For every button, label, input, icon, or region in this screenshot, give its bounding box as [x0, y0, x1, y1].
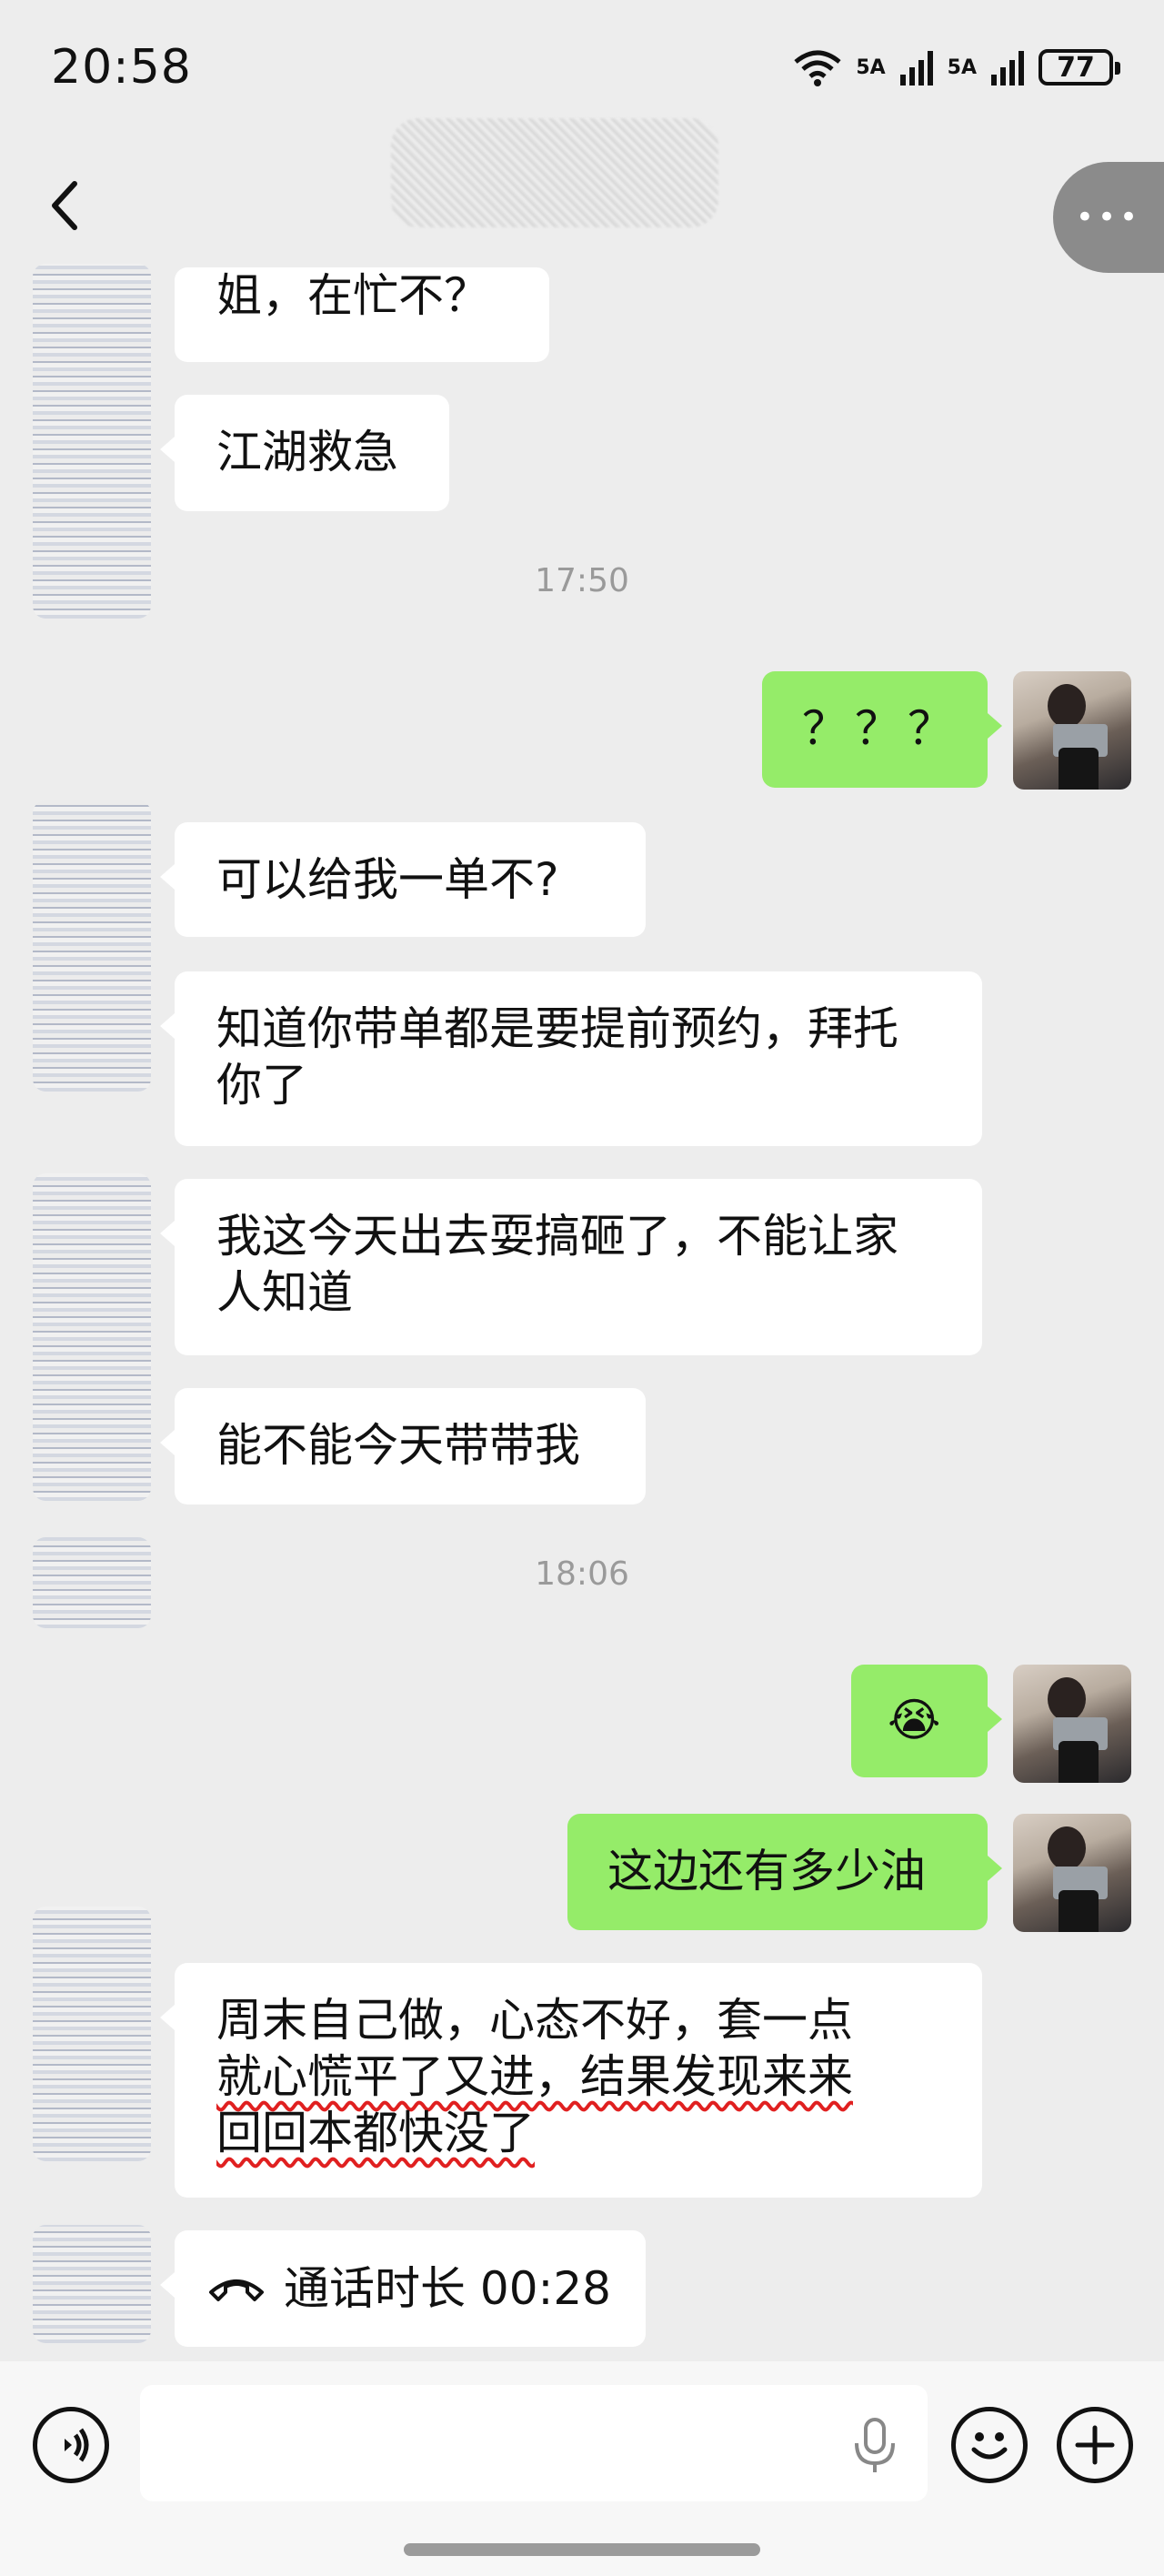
phone-hangup-icon [209, 2279, 264, 2301]
chat-title-obscured [391, 118, 718, 227]
message-bubble[interactable]: 江湖救急 [160, 395, 449, 511]
status-icons: 5A 5A 77 [792, 47, 1120, 87]
add-button[interactable] [1057, 2407, 1133, 2483]
wifi-icon [794, 50, 841, 86]
message-text-line-underlined: 就心慌平了又进，结果发现来来 [216, 2050, 853, 2103]
call-duration-text: 通话时长 00:28 [284, 2262, 611, 2315]
signal-label-1: 5A [856, 55, 886, 79]
message-bubble[interactable]: 知道你带单都是要提前预约，拜托你了 [160, 971, 982, 1146]
message-input[interactable] [140, 2385, 928, 2501]
timestamp: 17:50 [535, 562, 629, 599]
avatar[interactable] [33, 2225, 151, 2343]
avatar[interactable] [1013, 1814, 1131, 1932]
avatar[interactable] [33, 1173, 151, 1501]
avatar[interactable] [1013, 1665, 1131, 1783]
mic-icon[interactable] [851, 2416, 898, 2476]
message-text: 能不能今天带带我 [216, 1419, 580, 1472]
message-bubble[interactable]: 这边还有多少油 [567, 1814, 1002, 1930]
avatar[interactable] [33, 1907, 151, 2161]
message-emoji: 😭 [888, 1694, 941, 1746]
message-bubble[interactable]: 😭 [851, 1665, 1002, 1777]
timestamp: 18:06 [535, 1555, 629, 1593]
message-text: 可以给我一单不? [216, 853, 559, 906]
message-text: 知道你带单都是要提前预约，拜托你了 [216, 1002, 898, 1112]
message-bubble[interactable]: 姐，在忙不？ [175, 267, 549, 362]
avatar[interactable] [33, 800, 151, 1092]
message-bubble[interactable]: 我这今天出去耍搞砸了，不能让家人知道 [160, 1179, 982, 1355]
more-dots-icon: ••• [1075, 199, 1142, 236]
call-record-bubble[interactable]: 通话时长 00:28 [160, 2230, 646, 2347]
voice-toggle-button[interactable] [33, 2407, 109, 2483]
avatar[interactable] [1013, 671, 1131, 790]
message-text: 这边还有多少油 [607, 1845, 926, 1897]
message-text-line: 周末自己做，心态不好，套一点 [216, 1994, 853, 2047]
voice-icon [65, 2428, 89, 2462]
message-text: ？？？ [802, 702, 960, 755]
status-time: 20:58 [51, 40, 192, 95]
message-text-line-underlined: 回回本都快没了 [216, 2107, 535, 2159]
message-bubble[interactable]: 能不能今天带带我 [160, 1388, 646, 1504]
plus-icon [1075, 2425, 1115, 2465]
battery-indicator: 77 [1039, 49, 1120, 86]
message-text: 我这今天出去耍搞砸了，不能让家人知道 [216, 1210, 898, 1319]
emoji-icon [971, 2432, 1008, 2460]
home-indicator[interactable] [404, 2543, 760, 2556]
chevron-left-icon [52, 181, 77, 230]
more-button[interactable]: ••• [1053, 162, 1164, 273]
emoji-button[interactable] [951, 2407, 1028, 2483]
message-text: 江湖救急 [216, 426, 398, 478]
back-button[interactable] [47, 178, 84, 233]
message-bubble[interactable]: 可以给我一单不? [160, 822, 646, 937]
message-bubble[interactable]: ？？？ [762, 671, 1002, 788]
signal-bars-icon [899, 51, 933, 86]
signal-bars-icon [991, 51, 1024, 86]
message-bubble[interactable]: 周末自己做，心态不好，套一点 就心慌平了又进，结果发现来来 回回本都快没了 [160, 1963, 982, 2198]
battery-level: 77 [1057, 51, 1095, 84]
message-text: 姐，在忙不？ [216, 269, 489, 322]
signal-label-2: 5A [947, 55, 977, 79]
